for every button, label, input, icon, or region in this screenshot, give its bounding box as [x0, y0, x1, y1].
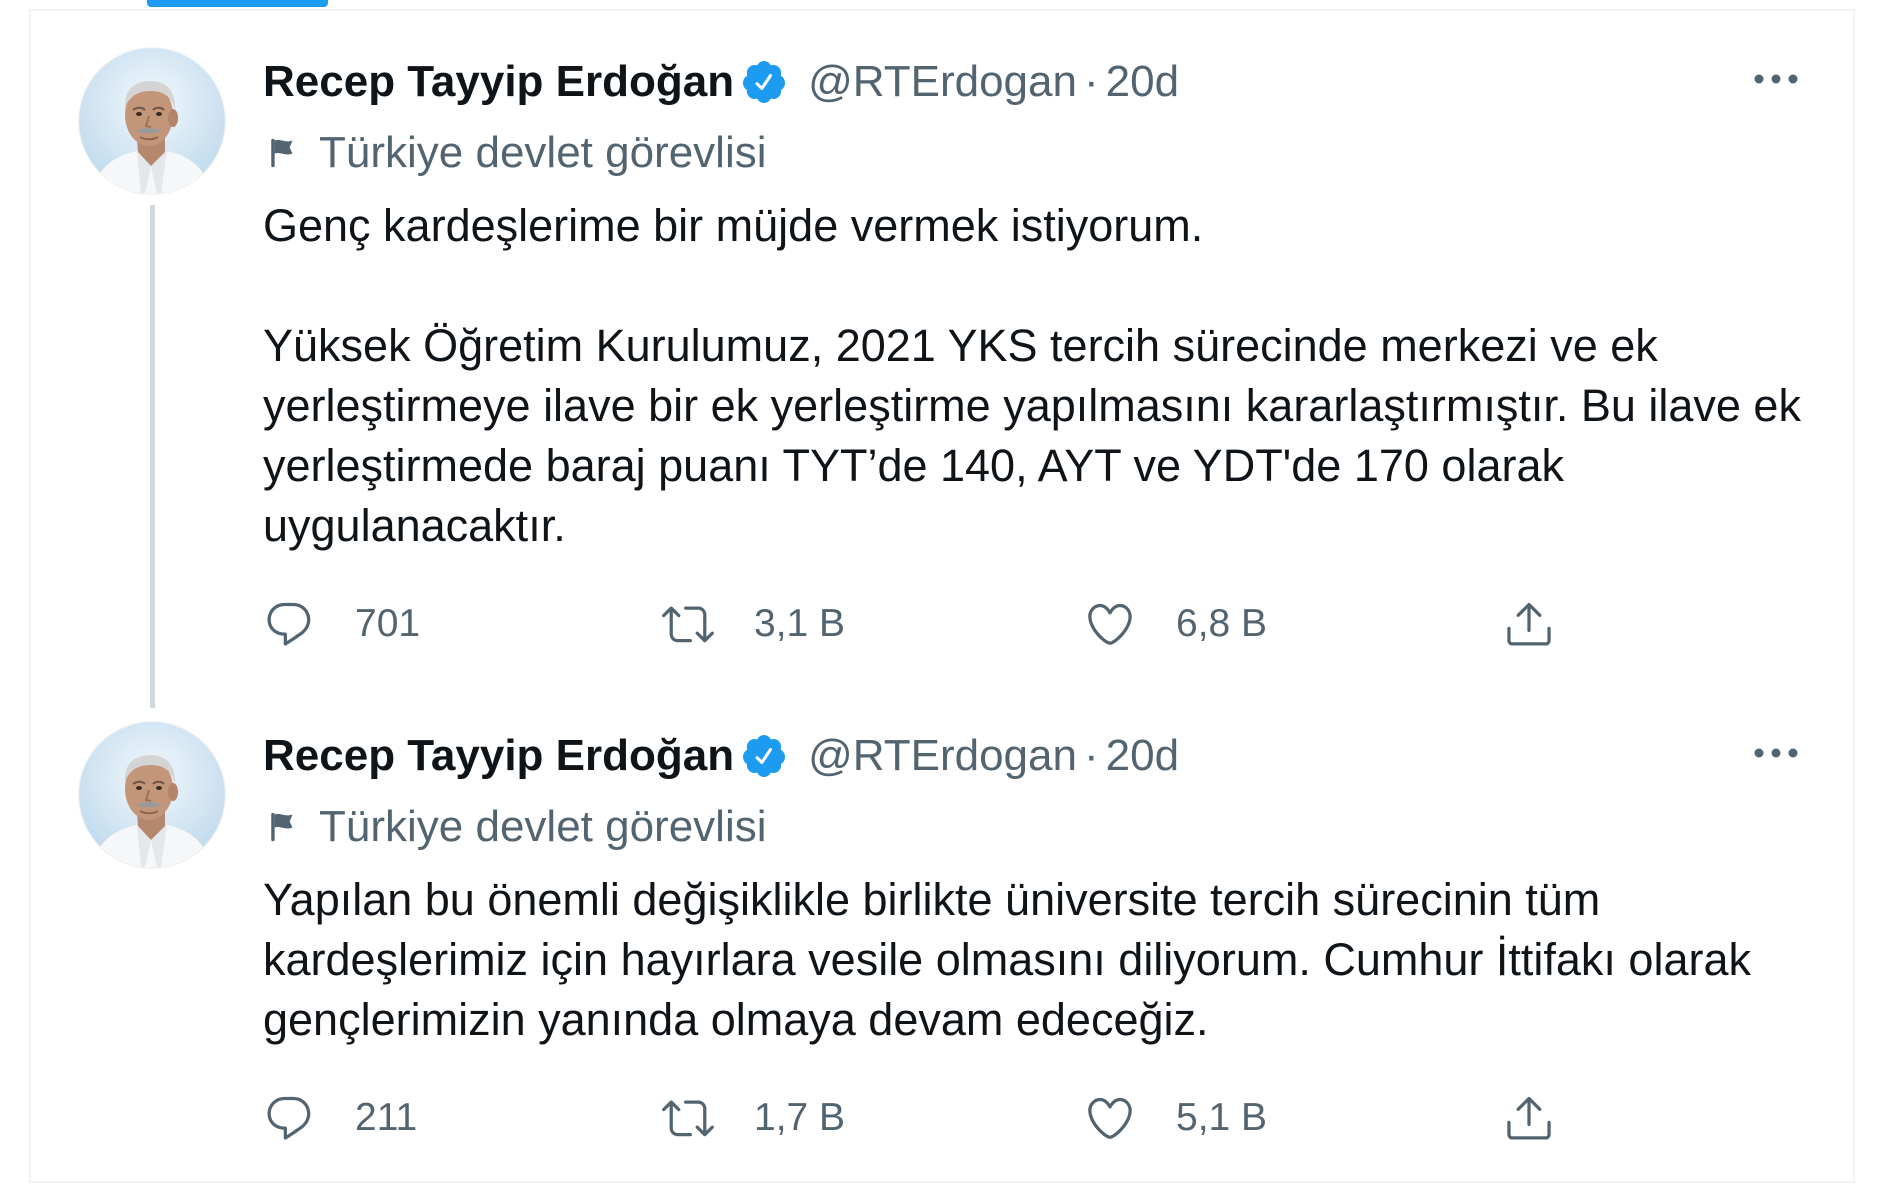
tweet-text-line: Genç kardeşlerime bir müjde vermek istiy…	[263, 200, 1204, 251]
tweet-text-line: yerleştirmeye ilave bir ek yerleştirme y…	[263, 380, 1801, 431]
tweet-paragraph: Yapılan bu önemli değişiklikle birlikte …	[263, 870, 1843, 1050]
flag-icon	[267, 810, 301, 844]
tweet-content: Genç kardeşlerime bir müjde vermek istiy…	[263, 196, 1843, 650]
account-label[interactable]: Türkiye devlet görevlisi	[263, 123, 767, 183]
profile-photo-icon	[79, 48, 225, 194]
tweet-paragraph: Yüksek Öğretim Kurulumuz, 2021 YKS terci…	[263, 316, 1843, 556]
tweet-paragraph: Genç kardeşlerime bir müjde vermek istiy…	[263, 196, 1843, 256]
tweet-actions: 701 3,1 B 6,8 B	[263, 598, 1563, 650]
tweet-text-line: kardeşlerimiz için hayırlara vesile olma…	[263, 934, 1751, 985]
tweet[interactable]: Recep Tayyip Erdoğan @RTErdogan · 20d Tü…	[0, 0, 1887, 708]
like-count: 6,8 B	[1176, 602, 1268, 645]
timeline: Recep Tayyip Erdoğan @RTErdogan · 20d Tü…	[0, 0, 1887, 1199]
author-handle[interactable]: @RTErdogan	[808, 731, 1077, 781]
tweet-text: Yapılan bu önemli değişiklikle birlikte …	[263, 870, 1843, 1050]
retweet-icon	[662, 598, 714, 650]
verified-badge-icon	[740, 732, 788, 780]
tweet-header: Recep Tayyip Erdoğan @RTErdogan · 20d	[263, 52, 1179, 112]
reply-count: 211	[355, 1096, 418, 1139]
profile-photo-icon	[79, 722, 225, 868]
author-handle[interactable]: @RTErdogan	[808, 57, 1077, 107]
heart-icon	[1084, 598, 1136, 650]
retweet-button[interactable]: 1,7 B	[662, 1092, 845, 1144]
reply-icon	[263, 1092, 315, 1144]
author-name[interactable]: Recep Tayyip Erdoğan	[263, 731, 734, 781]
retweet-count: 3,1 B	[754, 602, 846, 645]
reply-button[interactable]: 701	[263, 598, 420, 650]
more-icon	[1754, 74, 1798, 84]
header-separator: ·	[1083, 731, 1099, 780]
heart-icon	[1084, 1092, 1136, 1144]
tweet-timestamp[interactable]: 20d	[1106, 731, 1179, 781]
retweet-count: 1,7 B	[754, 1096, 846, 1139]
tweet-header: Recep Tayyip Erdoğan @RTErdogan · 20d	[263, 726, 1179, 786]
tweet-text-line: Yapılan bu önemli değişiklikle birlikte …	[263, 874, 1601, 925]
header-separator: ·	[1083, 57, 1099, 106]
retweet-button[interactable]: 3,1 B	[662, 598, 845, 650]
tweet-text-line: yerleştirmede baraj puanı TYT’de 140, AY…	[263, 440, 1564, 491]
reply-button[interactable]: 211	[263, 1092, 417, 1144]
account-label-text: Türkiye devlet görevlisi	[319, 802, 767, 851]
share-icon	[1503, 1092, 1555, 1144]
like-count: 5,1 B	[1176, 1096, 1268, 1139]
reply-count: 701	[355, 602, 421, 645]
flag-icon	[267, 136, 301, 170]
tweet-text-line: gençlerimizin yanında olmaya devam edece…	[263, 994, 1209, 1045]
author-name[interactable]: Recep Tayyip Erdoğan	[263, 57, 734, 107]
account-label-text: Türkiye devlet görevlisi	[319, 128, 767, 177]
tweet-text-line: Yüksek Öğretim Kurulumuz, 2021 YKS terci…	[263, 320, 1658, 371]
tweet-timestamp[interactable]: 20d	[1106, 57, 1179, 107]
like-button[interactable]: 6,8 B	[1084, 598, 1267, 650]
tweet-content: Yapılan bu önemli değişiklikle birlikte …	[263, 870, 1843, 1144]
more-icon	[1754, 748, 1798, 758]
reply-icon	[263, 598, 315, 650]
share-icon	[1503, 598, 1555, 650]
tweet[interactable]: Recep Tayyip Erdoğan @RTErdogan · 20d Tü…	[0, 674, 1887, 1182]
more-options-button[interactable]	[1752, 55, 1800, 103]
retweet-icon	[662, 1092, 714, 1144]
avatar[interactable]	[79, 48, 225, 194]
avatar[interactable]	[79, 722, 225, 868]
tweet-text-line: uygulanacaktır.	[263, 500, 566, 551]
more-options-button[interactable]	[1752, 729, 1800, 777]
thread-connector-line	[150, 205, 155, 708]
like-button[interactable]: 5,1 B	[1084, 1092, 1267, 1144]
share-button[interactable]	[1503, 1092, 1555, 1144]
tweet-actions: 211 1,7 B 5,1 B	[263, 1092, 1563, 1144]
verified-badge-icon	[740, 58, 788, 106]
share-button[interactable]	[1503, 598, 1555, 650]
tweet-text: Genç kardeşlerime bir müjde vermek istiy…	[263, 196, 1843, 556]
account-label[interactable]: Türkiye devlet görevlisi	[263, 797, 767, 857]
